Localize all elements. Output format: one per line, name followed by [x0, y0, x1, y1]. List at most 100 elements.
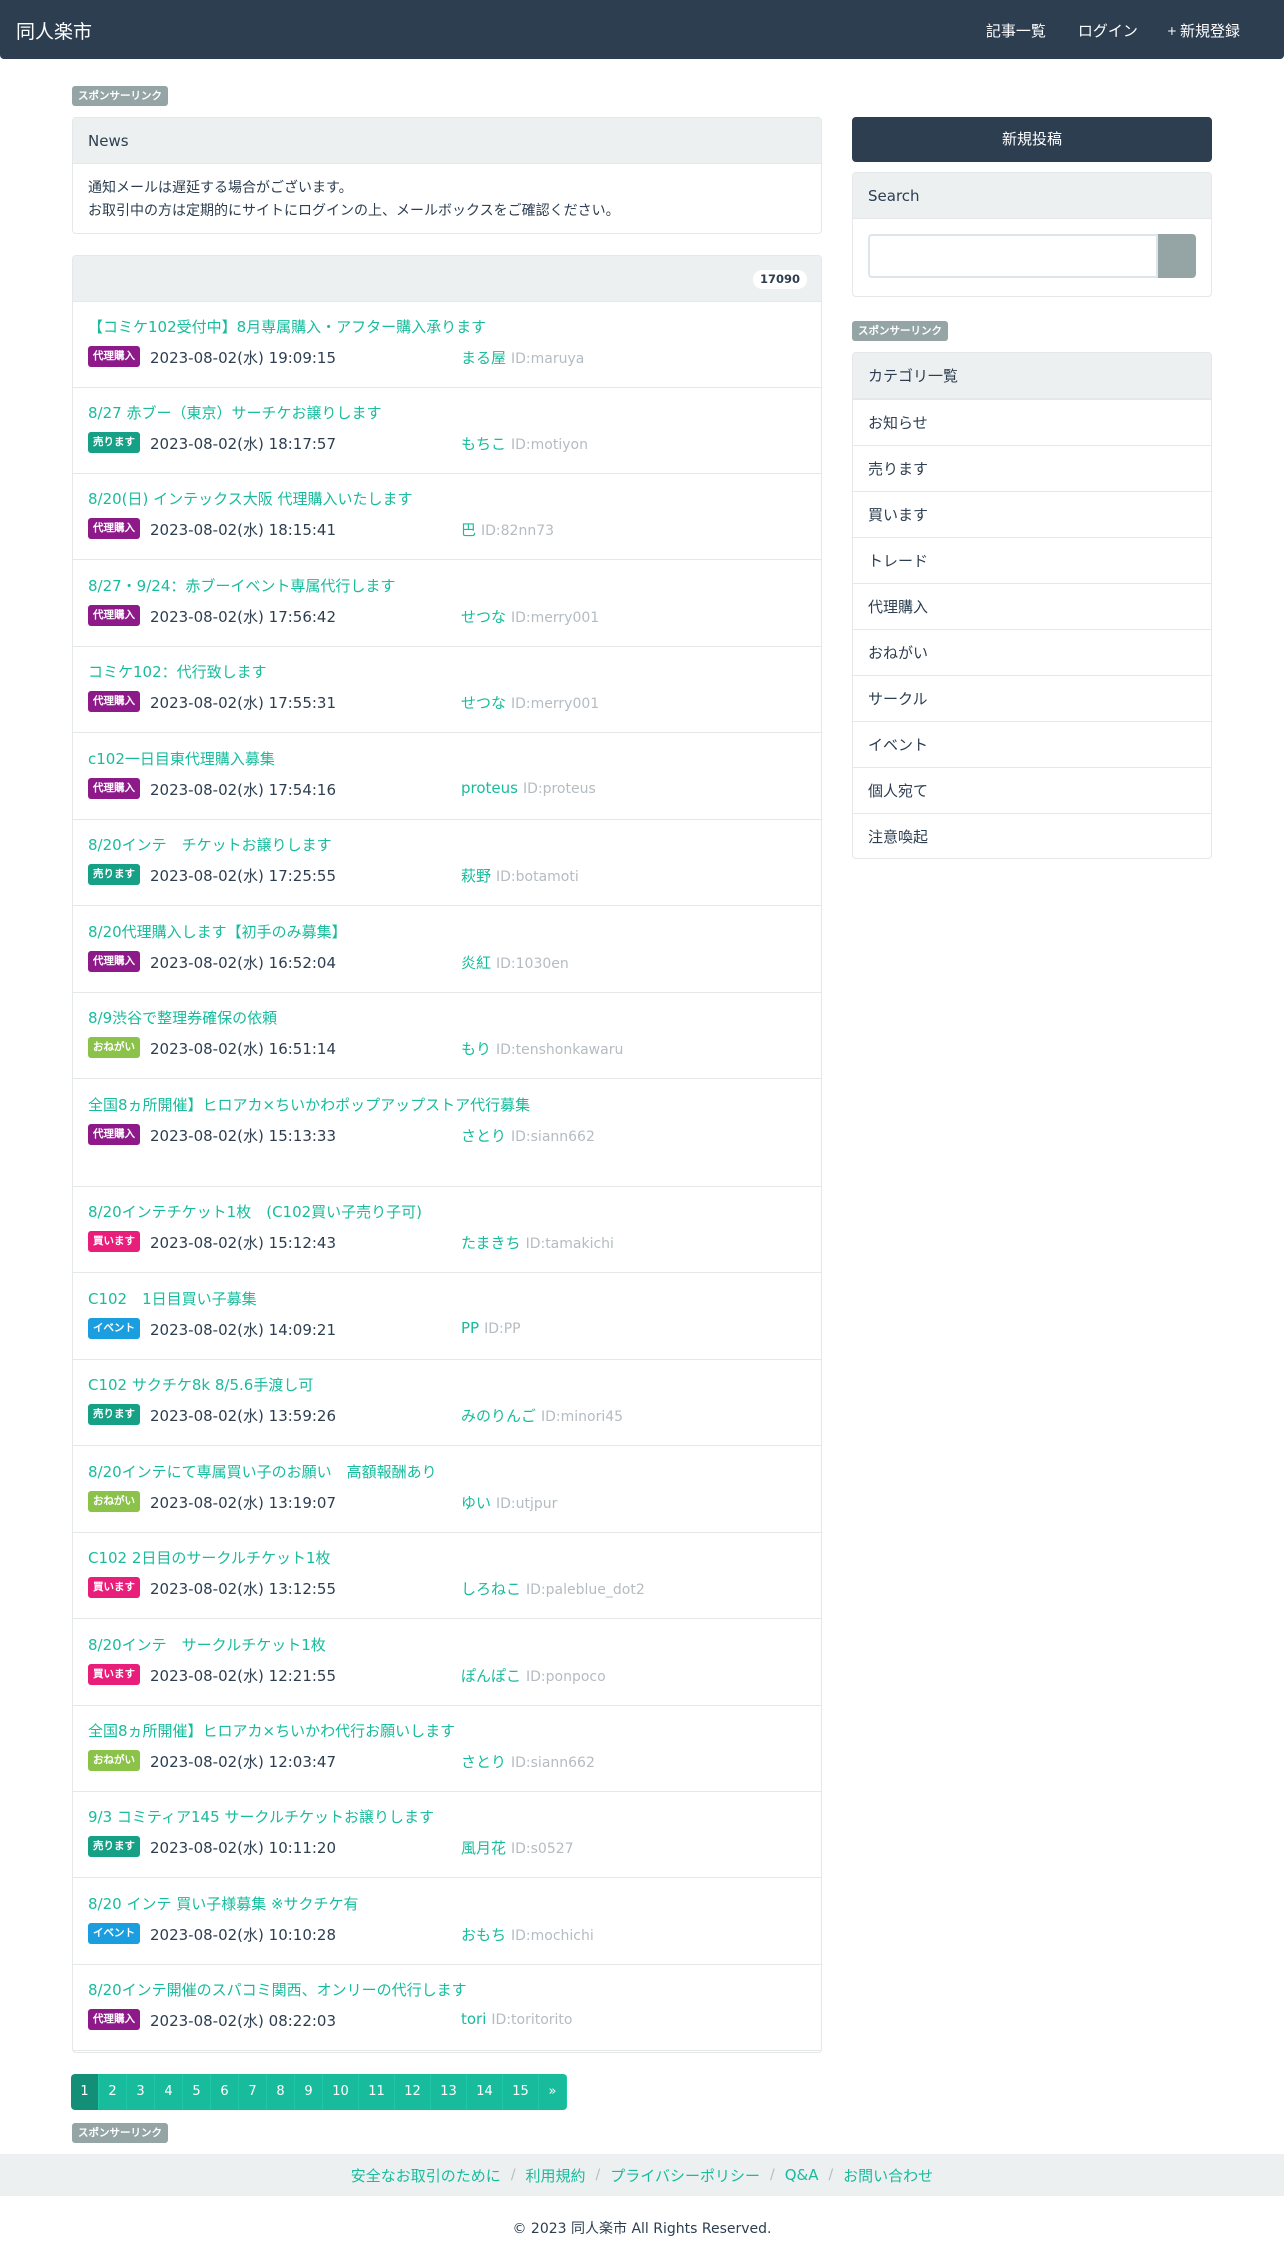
- post-user[interactable]: まる屋 ID:maruya: [461, 347, 584, 368]
- pagination-page[interactable]: 1: [71, 2074, 99, 2110]
- post-title-link[interactable]: 8/20代理購入します【初手のみ募集】: [88, 921, 347, 942]
- pagination-page[interactable]: 8: [267, 2074, 295, 2110]
- post-user[interactable]: おもち ID:mochichi: [461, 1924, 594, 1945]
- footer-link[interactable]: 利用規約: [526, 2165, 586, 2186]
- post-user[interactable]: 巴 ID:82nn73: [461, 519, 554, 540]
- post-title-link[interactable]: 8/20インテ開催のスパコミ関西、オンリーの代行します: [88, 1979, 467, 2000]
- nav-register[interactable]: + 新規登録: [1167, 20, 1240, 41]
- pagination-page[interactable]: 3: [127, 2074, 155, 2110]
- post-title-link[interactable]: C102 サクチケ8k 8/5.6手渡し可: [88, 1374, 313, 1395]
- category-item[interactable]: 代理購入: [853, 583, 1211, 629]
- post-user[interactable]: ゆい ID:utjpur: [461, 1492, 557, 1513]
- category-item[interactable]: お知らせ: [853, 399, 1211, 445]
- post-user[interactable]: ぽんぽこ ID:ponpoco: [461, 1665, 606, 1686]
- category-badge[interactable]: 代理購入: [88, 2009, 140, 2030]
- post-user[interactable]: もり ID:tenshonkawaru: [461, 1038, 623, 1059]
- nav-article-list[interactable]: 記事一覧: [983, 20, 1046, 41]
- category-badge[interactable]: 代理購入: [88, 951, 140, 972]
- post-title-link[interactable]: 全国8ヵ所開催】ヒロアカ×ちいかわ代行お願いします: [88, 1720, 455, 1741]
- post-title-link[interactable]: C102 1日目買い子募集: [88, 1288, 257, 1309]
- pagination-page[interactable]: 11: [359, 2074, 395, 2110]
- post-user[interactable]: しろねこ ID:paleblue_dot2: [461, 1578, 645, 1599]
- category-badge[interactable]: 代理購入: [88, 518, 140, 539]
- pagination-page[interactable]: 4: [155, 2074, 183, 2110]
- category-badge[interactable]: おねがい: [88, 1750, 140, 1771]
- post-user[interactable]: せつな ID:merry001: [461, 692, 599, 713]
- category-badge[interactable]: 売ります: [88, 1404, 140, 1425]
- pagination-page[interactable]: 14: [467, 2074, 503, 2110]
- category-badge[interactable]: 売ります: [88, 432, 140, 453]
- post-title-link[interactable]: 8/20(日) インテックス大阪 代理購入いたします: [88, 488, 412, 509]
- post-user[interactable]: もちこ ID:motiyon: [461, 433, 588, 454]
- search-button[interactable]: [1158, 234, 1196, 278]
- pagination-page[interactable]: 2: [99, 2074, 127, 2110]
- pagination-page[interactable]: 9: [295, 2074, 323, 2110]
- category-badge[interactable]: 代理購入: [88, 1124, 140, 1145]
- post-user[interactable]: 炎紅 ID:1030en: [461, 952, 569, 973]
- category-badge[interactable]: おねがい: [88, 1491, 140, 1512]
- post-title-link[interactable]: c102一日目東代理購入募集: [88, 748, 275, 769]
- category-item[interactable]: イベント: [853, 721, 1211, 767]
- post-user[interactable]: proteus ID:proteus: [461, 779, 596, 797]
- post-user[interactable]: みのりんご ID:minori45: [461, 1405, 623, 1426]
- post-title-link[interactable]: 8/20 インテ 買い子様募集 ※サクチケ有: [88, 1893, 359, 1914]
- post-user[interactable]: tori ID:toritorito: [461, 2010, 573, 2028]
- footer-link[interactable]: Q&A: [785, 2166, 819, 2184]
- footer-link[interactable]: 安全なお取引のために: [351, 2165, 501, 2186]
- post-title-link[interactable]: 8/20インテにて専属買い子のお願い 高額報酬あり: [88, 1461, 437, 1482]
- category-item[interactable]: 注意喚起: [853, 813, 1211, 858]
- post-title-link[interactable]: 【コミケ102受付中】8月専属購入・アフター購入承ります: [88, 316, 486, 337]
- post-user[interactable]: さとり ID:siann662: [461, 1751, 595, 1772]
- site-logo[interactable]: 同人楽市: [16, 17, 92, 44]
- pagination-page[interactable]: 12: [395, 2074, 431, 2110]
- category-badge[interactable]: 売ります: [88, 1836, 140, 1857]
- post-user[interactable]: PP ID:PP: [461, 1319, 521, 1337]
- search-input[interactable]: [868, 234, 1158, 278]
- post-title-link[interactable]: 8/27・9/24：赤ブーイベント専属代行します: [88, 575, 395, 596]
- footer-link[interactable]: お問い合わせ: [843, 2165, 933, 2186]
- user-id: ID:utjpur: [496, 1496, 558, 1512]
- category-badge[interactable]: 代理購入: [88, 778, 140, 799]
- category-item[interactable]: トレード: [853, 537, 1211, 583]
- category-badge[interactable]: イベント: [88, 1318, 140, 1339]
- pagination-page[interactable]: 6: [211, 2074, 239, 2110]
- pagination-page[interactable]: 7: [239, 2074, 267, 2110]
- category-badge[interactable]: 代理購入: [88, 346, 140, 367]
- post-title-link[interactable]: C102 2日目のサークルチケット1枚: [88, 1547, 331, 1568]
- pagination-page[interactable]: 10: [323, 2074, 359, 2110]
- category-item[interactable]: 売ります: [853, 445, 1211, 491]
- post-user[interactable]: さとり ID:siann662: [461, 1125, 595, 1146]
- sponsor-label-top: スポンサーリンク: [72, 86, 168, 106]
- post-title-link[interactable]: 8/20インテチケット1枚 (C102買い子売り子可): [88, 1201, 422, 1222]
- category-badge[interactable]: 買います: [88, 1577, 140, 1598]
- post-user[interactable]: 萩野 ID:botamoti: [461, 865, 579, 886]
- post-user[interactable]: せつな ID:merry001: [461, 606, 599, 627]
- new-post-button[interactable]: 新規投稿: [852, 117, 1212, 162]
- pagination-page[interactable]: 15: [503, 2074, 539, 2110]
- post-user[interactable]: 風月花 ID:s0527: [461, 1837, 574, 1858]
- category-badge[interactable]: 代理購入: [88, 691, 140, 712]
- category-badge[interactable]: 買います: [88, 1231, 140, 1252]
- post-title-link[interactable]: 8/9渋谷で整理券確保の依頼: [88, 1007, 277, 1028]
- footer-link[interactable]: プライバシーポリシー: [610, 2165, 760, 2186]
- category-badge[interactable]: おねがい: [88, 1037, 140, 1058]
- pagination-page[interactable]: 13: [431, 2074, 467, 2110]
- category-item[interactable]: おねがい: [853, 629, 1211, 675]
- category-item[interactable]: 個人宛て: [853, 767, 1211, 813]
- pagination-next[interactable]: »: [539, 2074, 567, 2110]
- category-badge[interactable]: 代理購入: [88, 605, 140, 626]
- post-user[interactable]: たまきち ID:tamakichi: [461, 1232, 614, 1253]
- category-badge[interactable]: 買います: [88, 1664, 140, 1685]
- category-badge[interactable]: 売ります: [88, 864, 140, 885]
- post-title-link[interactable]: 全国8ヵ所開催】ヒロアカ×ちいかわポップアップストア代行募集: [88, 1094, 530, 1115]
- post-title-link[interactable]: コミケ102：代行致します: [88, 661, 267, 682]
- post-title-link[interactable]: 8/20インテ チケットお譲りします: [88, 834, 332, 855]
- category-item[interactable]: 買います: [853, 491, 1211, 537]
- category-item[interactable]: サークル: [853, 675, 1211, 721]
- post-title-link[interactable]: 8/20インテ サークルチケット1枚: [88, 1634, 326, 1655]
- category-badge[interactable]: イベント: [88, 1923, 140, 1944]
- post-title-link[interactable]: 9/3 コミティア145 サークルチケットお譲りします: [88, 1806, 434, 1827]
- pagination-page[interactable]: 5: [183, 2074, 211, 2110]
- post-title-link[interactable]: 8/27 赤ブー（東京）サーチケお譲りします: [88, 402, 381, 423]
- nav-login[interactable]: ログイン: [1075, 20, 1138, 41]
